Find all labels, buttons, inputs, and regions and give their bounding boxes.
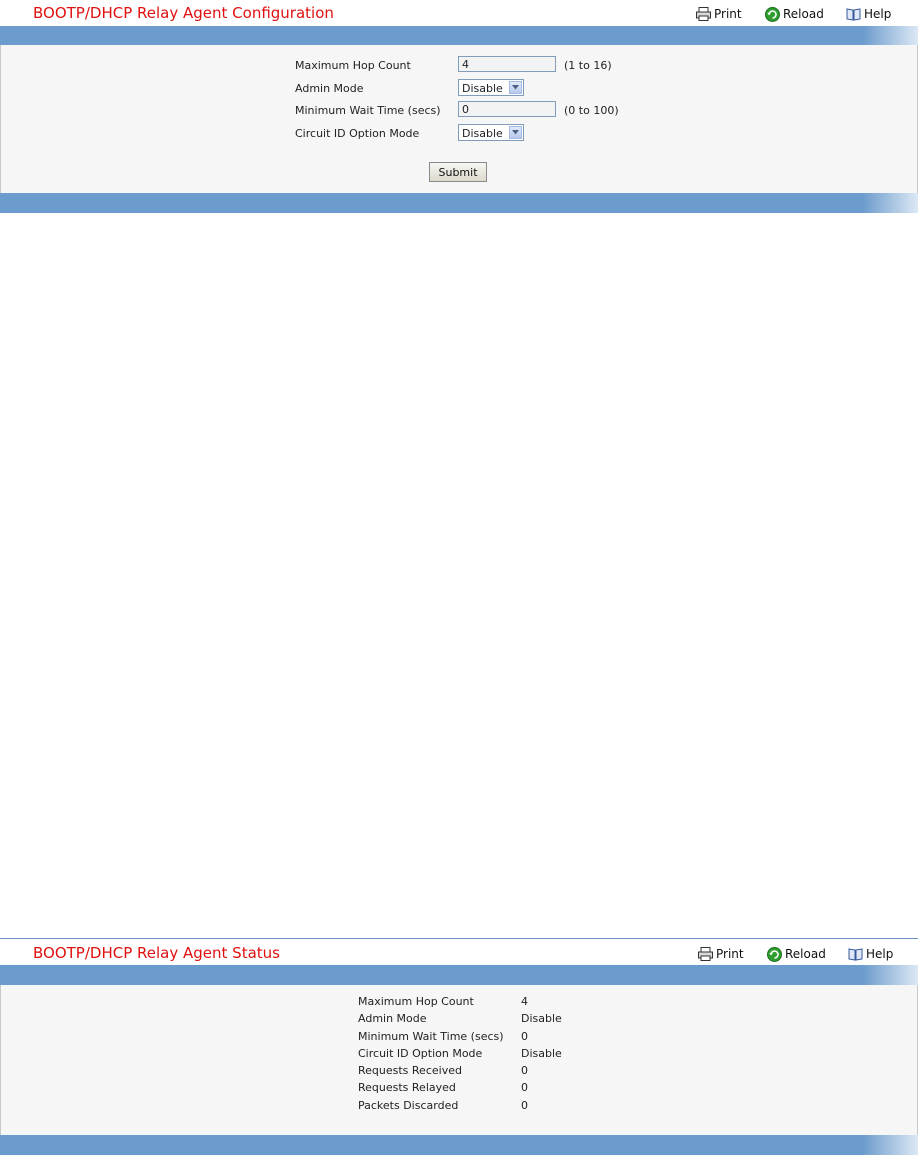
status-label: Circuit ID Option Mode (358, 1047, 483, 1060)
admin-mode-label: Admin Mode (295, 82, 364, 95)
max-hop-range: (1 to 16) (564, 59, 612, 72)
status-value: 4 (521, 995, 528, 1008)
help-book-icon (848, 948, 863, 961)
status-help-link[interactable]: Help (848, 946, 893, 962)
status-value: Disable (521, 1047, 562, 1060)
status-row: Admin Mode Disable (358, 1012, 618, 1029)
circuit-id-select[interactable]: Disable (458, 124, 524, 141)
config-print-link[interactable]: Print (696, 6, 742, 22)
status-label: Packets Discarded (358, 1099, 459, 1112)
status-label: Admin Mode (358, 1012, 427, 1025)
min-wait-label: Minimum Wait Time (secs) (295, 104, 441, 117)
status-footer-band (0, 1135, 918, 1155)
status-label: Requests Received (358, 1064, 462, 1077)
status-row: Packets Discarded 0 (358, 1099, 618, 1116)
printer-icon (698, 947, 713, 961)
status-header-band (0, 965, 918, 985)
circuit-id-row: Circuit ID Option Mode Disable (295, 124, 695, 144)
chevron-down-icon[interactable] (509, 126, 522, 139)
status-help-label: Help (866, 947, 894, 961)
config-help-link[interactable]: Help (846, 6, 891, 22)
status-row: Requests Relayed 0 (358, 1081, 618, 1098)
reload-icon (765, 6, 780, 22)
printer-icon (696, 7, 711, 21)
status-row: Circuit ID Option Mode Disable (358, 1047, 618, 1064)
config-footer-band (0, 193, 918, 213)
reload-icon (767, 946, 782, 962)
status-label: Maximum Hop Count (358, 995, 474, 1008)
config-reload-link[interactable]: Reload (765, 6, 824, 22)
status-reload-label: Reload (785, 947, 826, 961)
status-row: Requests Received 0 (358, 1064, 618, 1081)
status-row: Maximum Hop Count 4 (358, 995, 618, 1012)
max-hop-input[interactable] (458, 56, 556, 72)
admin-mode-row: Admin Mode Disable (295, 79, 695, 99)
submit-button[interactable]: Submit (429, 162, 487, 182)
status-value: 0 (521, 1030, 528, 1043)
status-reload-link[interactable]: Reload (767, 946, 826, 962)
max-hop-label: Maximum Hop Count (295, 59, 411, 72)
config-print-label: Print (714, 7, 742, 21)
chevron-down-icon[interactable] (509, 81, 522, 94)
config-page-title: BOOTP/DHCP Relay Agent Configuration (33, 4, 334, 22)
max-hop-row: Maximum Hop Count (1 to 16) (295, 56, 695, 76)
status-value: 0 (521, 1081, 528, 1094)
help-book-icon (846, 8, 861, 21)
config-help-label: Help (864, 7, 892, 21)
status-label: Minimum Wait Time (secs) (358, 1030, 504, 1043)
status-label: Requests Relayed (358, 1081, 456, 1094)
config-title-bar: BOOTP/DHCP Relay Agent Configuration Pri… (0, 0, 918, 26)
status-value: 0 (521, 1064, 528, 1077)
admin-mode-select[interactable]: Disable (458, 79, 524, 96)
admin-mode-selected: Disable (462, 82, 503, 95)
min-wait-range: (0 to 100) (564, 104, 619, 117)
circuit-id-selected: Disable (462, 127, 503, 140)
min-wait-row: Minimum Wait Time (secs) (0 to 100) (295, 101, 695, 121)
status-row: Minimum Wait Time (secs) 0 (358, 1030, 618, 1047)
status-title-bar: BOOTP/DHCP Relay Agent Status Print Relo… (0, 938, 918, 965)
config-reload-label: Reload (783, 7, 824, 21)
status-value: Disable (521, 1012, 562, 1025)
status-page-title: BOOTP/DHCP Relay Agent Status (33, 944, 280, 962)
relay-status-panel: BOOTP/DHCP Relay Agent Status Print Relo… (0, 938, 918, 1155)
status-value: 0 (521, 1099, 528, 1112)
status-print-label: Print (716, 947, 744, 961)
circuit-id-label: Circuit ID Option Mode (295, 127, 420, 140)
status-print-link[interactable]: Print (698, 946, 744, 962)
min-wait-input[interactable] (458, 101, 556, 117)
relay-config-panel: BOOTP/DHCP Relay Agent Configuration Pri… (0, 0, 918, 213)
config-header-band (0, 26, 918, 45)
